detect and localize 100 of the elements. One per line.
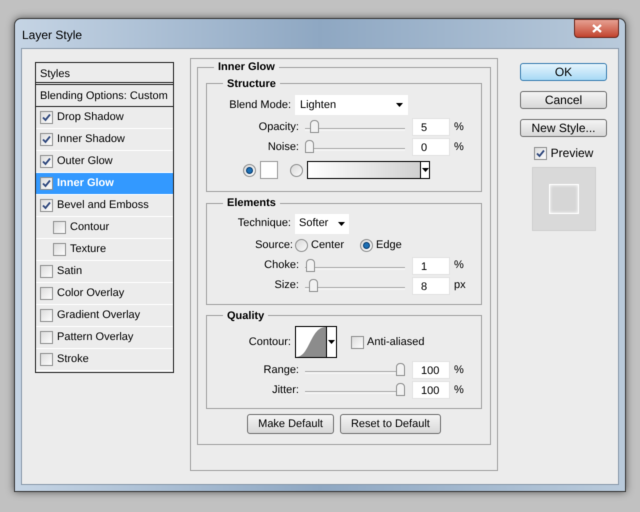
list-item[interactable]: Inner Shadow [36,129,173,151]
unit-label: % [454,362,464,378]
checkbox[interactable] [53,243,66,256]
checkbox[interactable] [40,265,53,278]
item-label: Satin [57,264,82,280]
checkmark-icon [42,113,51,122]
list-item[interactable]: Texture [36,239,173,261]
push-button[interactable]: Make Default [247,414,334,434]
item-label: Texture [70,242,106,258]
list-header: Styles [36,63,173,85]
value-field[interactable]: 0 [412,138,450,156]
checkbox[interactable] [40,111,53,124]
item-label: Gradient Overlay [57,308,140,324]
checkbox[interactable] [40,177,53,190]
group-title: Structure [226,76,277,92]
gradient-dropdown[interactable] [307,161,430,179]
unit-label: % [454,382,464,398]
slider[interactable] [305,278,405,292]
checkmark-icon [42,157,51,166]
list-item[interactable]: Bevel and Emboss [36,195,173,217]
slider-label: Noise: [266,140,300,155]
slider[interactable] [305,383,405,397]
unit-label: % [454,140,464,155]
caret-icon [422,168,428,172]
checkbox-label: Anti-aliased [367,334,424,350]
checkbox[interactable] [40,331,53,344]
field-label: Technique: [236,216,292,232]
value-field[interactable]: 1 [412,256,450,274]
checkmark-icon [536,148,545,158]
checkbox[interactable] [351,336,364,348]
checkbox[interactable] [40,155,53,168]
item-label: Stroke [57,352,89,368]
list-item[interactable]: Contour [36,217,173,239]
list-item[interactable]: Stroke [36,349,173,371]
list-item[interactable]: Gradient Overlay [36,305,173,327]
unit-label: % [454,120,464,135]
push-button[interactable]: Reset to Default [340,414,441,434]
radio-label: Edge [376,238,402,254]
push-button[interactable]: Cancel [520,91,607,109]
slider[interactable] [305,363,405,377]
slider-thumb[interactable] [305,140,314,153]
close-icon [592,24,602,33]
slider[interactable] [305,258,405,272]
slider-label: Choke: [263,258,300,274]
list-item[interactable]: Color Overlay [36,283,173,305]
item-label: Color Overlay [57,286,124,302]
list-item[interactable]: Blending Options: Custom [36,85,173,107]
value-field[interactable]: 100 [412,381,450,399]
item-label: Inner Glow [57,176,114,192]
window-title: Layer Style [22,27,82,44]
checkbox[interactable] [40,133,53,146]
slider-label: Opacity: [258,120,300,135]
radio-label: Center [311,238,344,254]
checkmark-icon [42,179,51,188]
radio-button[interactable] [360,239,374,252]
contour-picker[interactable] [295,326,337,358]
color-swatch[interactable] [260,161,278,179]
list-item[interactable]: Satin [36,261,173,283]
group-title: Elements [226,196,277,211]
style-preview [532,167,596,231]
checkbox[interactable] [53,221,66,234]
push-button[interactable]: OK [520,63,607,81]
item-label: Pattern Overlay [57,330,134,346]
list-item[interactable]: Pattern Overlay [36,327,173,349]
field-label: Contour: [248,334,292,350]
slider-label: Size: [274,278,300,294]
field-label: Blend Mode: [228,98,292,113]
group-title: Quality [226,308,266,324]
item-label: Outer Glow [57,154,113,170]
slider-thumb[interactable] [310,120,319,133]
blend-mode-dropdown[interactable]: Lighten [295,95,408,115]
slider[interactable] [305,120,405,134]
caret-icon [328,340,335,344]
slider[interactable] [305,140,405,154]
item-label: Drop Shadow [57,110,124,126]
slider-thumb[interactable] [306,258,315,272]
checkbox[interactable] [40,199,53,212]
unit-label: px [454,278,466,294]
push-button[interactable]: New Style... [520,119,607,137]
value-field[interactable]: 8 [412,276,450,294]
checkbox[interactable] [534,146,547,160]
close-button[interactable] [574,19,619,38]
checkbox[interactable] [40,309,53,322]
radio-button[interactable] [290,164,303,176]
item-label: Inner Shadow [57,132,125,148]
list-item[interactable]: Drop Shadow [36,107,173,129]
slider-thumb[interactable] [396,363,405,376]
checkmark-icon [42,201,51,210]
slider-thumb[interactable] [396,383,405,396]
checkbox[interactable] [40,287,53,300]
slider-label: Jitter: [271,382,300,398]
checkbox[interactable] [40,353,53,366]
radio-button[interactable] [295,239,308,252]
checkmark-icon [42,135,51,144]
value-field[interactable]: 5 [412,118,450,136]
slider-thumb[interactable] [308,278,318,292]
value-field[interactable]: 100 [412,361,450,379]
technique-dropdown[interactable]: Softer [295,214,349,234]
contour-curve-icon [296,327,326,357]
radio-button[interactable] [243,164,256,176]
